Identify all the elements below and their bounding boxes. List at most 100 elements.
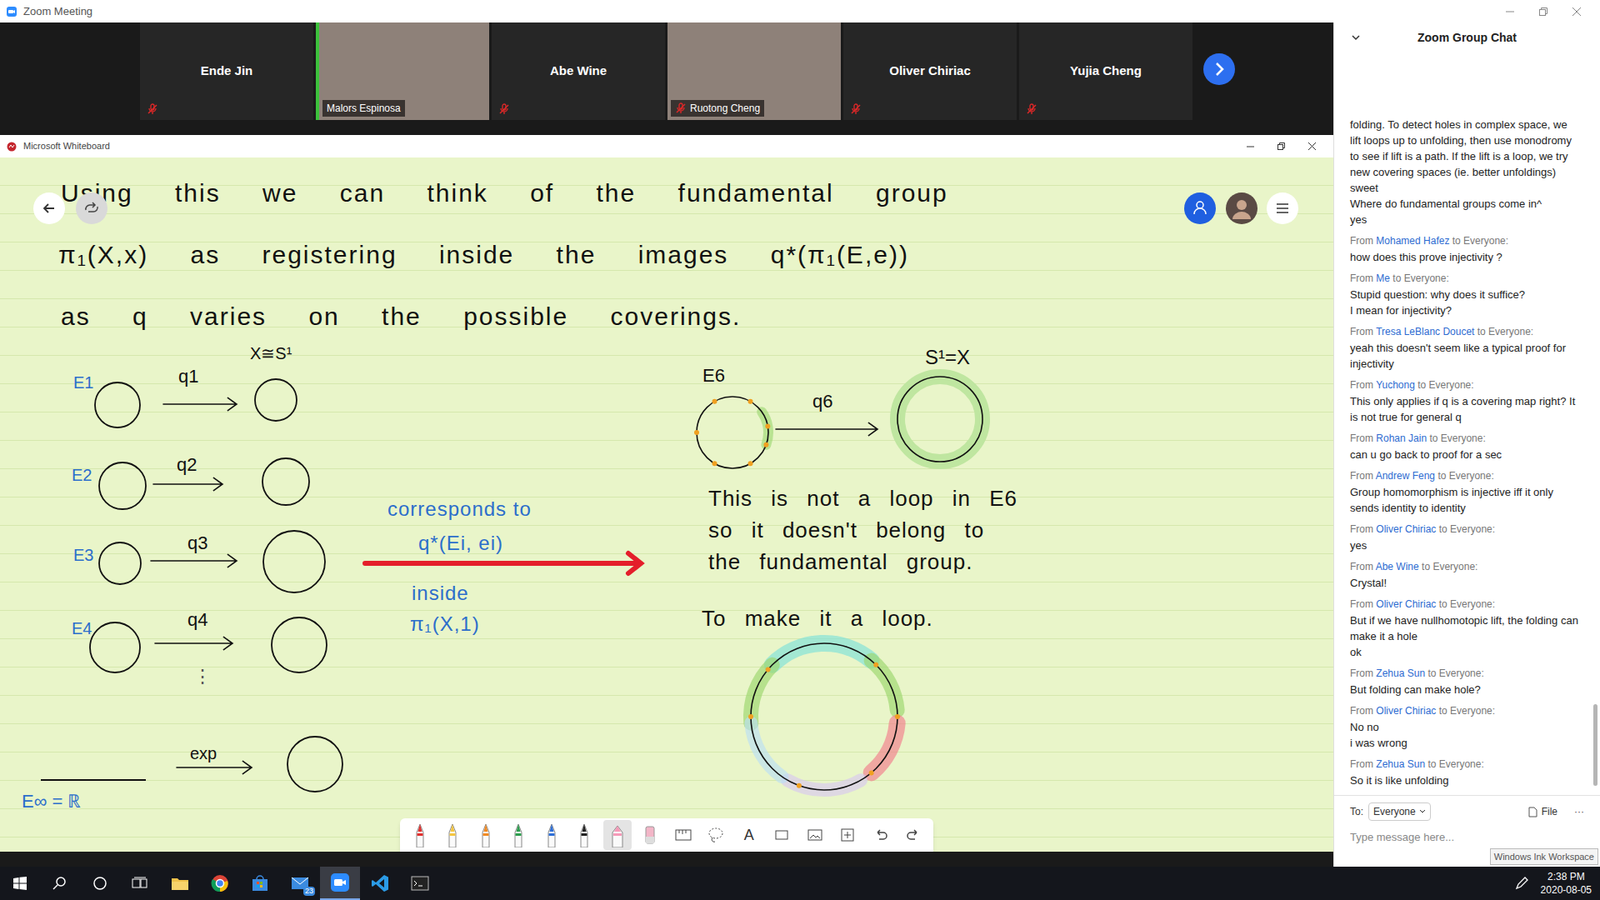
participant-tile[interactable]: Abe Wine xyxy=(491,22,665,120)
menu-icon[interactable] xyxy=(1265,191,1300,225)
zoom-icon xyxy=(330,873,350,892)
minimize-icon[interactable] xyxy=(1245,141,1255,151)
taskbar-button[interactable] xyxy=(80,866,120,900)
redo-icon xyxy=(903,825,924,845)
highlight-arc xyxy=(750,723,782,777)
message-header: From Andrew Feng to Everyone: xyxy=(1350,468,1579,485)
clock[interactable]: 2:38 PM2020-08-05 xyxy=(1540,870,1592,897)
highlight-arc xyxy=(871,723,898,774)
message-input[interactable] xyxy=(1350,829,1585,846)
file-button[interactable]: File xyxy=(1528,804,1558,820)
pen-workspace-icon[interactable] xyxy=(1514,875,1530,891)
to-label: to Everyone: xyxy=(1439,523,1495,535)
participant-tile[interactable]: Oliver Chiriac xyxy=(843,22,1017,120)
tool-button[interactable] xyxy=(800,820,830,850)
point xyxy=(765,666,771,672)
chat-title: Zoom Group Chat xyxy=(1334,29,1600,47)
tool-button[interactable] xyxy=(471,820,500,850)
taskbar-button[interactable] xyxy=(0,866,40,900)
chat-header: Zoom Group Chat xyxy=(1334,22,1600,53)
name-label: Ruotong Cheng xyxy=(670,100,765,117)
pen-icon xyxy=(445,822,460,848)
base-circle xyxy=(263,530,325,593)
recipient: Everyone xyxy=(1373,804,1416,820)
tool-button[interactable] xyxy=(570,820,599,850)
from-label: From xyxy=(1350,560,1374,573)
tool-button[interactable] xyxy=(635,820,665,850)
sender-name: Tresa LeBlanc Doucet xyxy=(1375,325,1475,338)
tool-button[interactable] xyxy=(537,820,566,850)
chat-message: From Yuchong to Everyone:This only appli… xyxy=(1350,377,1579,425)
chat-message: From Me to Everyone:Stupid question: why… xyxy=(1350,270,1579,319)
next-page-icon[interactable] xyxy=(1202,52,1236,86)
mail-badge: 23 xyxy=(303,886,315,896)
participant-tile[interactable]: Ruotong Cheng xyxy=(667,22,841,120)
taskbar-button[interactable]: 23 xyxy=(280,866,320,900)
tool-button[interactable] xyxy=(767,820,796,850)
message-header: From Oliver Chiriac to Everyone: xyxy=(1350,521,1579,538)
arrow xyxy=(163,397,237,410)
tool-button[interactable] xyxy=(405,820,435,850)
base-circle xyxy=(271,617,327,673)
tool-button[interactable] xyxy=(603,820,632,850)
invite-icon[interactable] xyxy=(1183,191,1217,225)
taskbar-button[interactable] xyxy=(200,866,240,900)
whiteboard-title-bar: Microsoft Whiteboard xyxy=(0,135,1334,158)
taskbar-button[interactable] xyxy=(360,866,400,900)
tool-button[interactable] xyxy=(504,820,533,850)
tool-button[interactable]: A xyxy=(735,820,764,850)
taskbar-button[interactable] xyxy=(160,866,200,900)
participant-tile[interactable]: Malors Espinosa xyxy=(315,22,490,120)
file-explorer-icon xyxy=(170,875,190,891)
chat-line: No no xyxy=(1350,719,1579,735)
tool-button[interactable] xyxy=(701,820,730,850)
message-header: From Abe Wine to Everyone: xyxy=(1350,559,1579,575)
from-label: From xyxy=(1350,470,1374,482)
to-label: to Everyone: xyxy=(1477,325,1534,338)
scrollbar-thumb[interactable] xyxy=(1593,704,1598,786)
image-icon xyxy=(805,825,825,845)
tool-button[interactable] xyxy=(833,820,862,850)
arrow xyxy=(365,553,641,574)
participant-tile[interactable]: Yujia Cheng xyxy=(1019,22,1193,120)
window-controls xyxy=(1505,6,1594,17)
tool-button[interactable] xyxy=(669,820,698,850)
tool-button[interactable] xyxy=(438,820,467,850)
participant-name: Abe Wine xyxy=(550,61,607,81)
from-label: From xyxy=(1350,379,1374,391)
point xyxy=(712,460,718,466)
tool-button[interactable] xyxy=(899,820,928,850)
note-line: inside xyxy=(411,578,470,609)
sender-name: Oliver Chiriac xyxy=(1375,705,1436,717)
taskbar-button[interactable] xyxy=(240,866,280,900)
from-label: From xyxy=(1350,432,1374,445)
restore-icon[interactable] xyxy=(1538,6,1549,17)
recipient-dropdown[interactable]: Everyone xyxy=(1368,802,1431,821)
taskbar-button[interactable] xyxy=(120,866,160,900)
chat-compose: To:EveryoneFile···Windows Ink Workspace xyxy=(1334,795,1600,867)
restore-icon[interactable] xyxy=(1276,141,1286,151)
chat-line: Where do fundamental groups come in^ xyxy=(1350,195,1579,212)
close-icon[interactable] xyxy=(1571,6,1582,17)
back-icon[interactable] xyxy=(32,191,66,225)
avatar-icon[interactable] xyxy=(1225,191,1259,225)
taskbar: 23 2:38 PM2020-08-05 xyxy=(0,866,1600,900)
whiteboard-canvas[interactable]: Using this we can think of the fundament… xyxy=(0,157,1334,852)
tool-button[interactable] xyxy=(866,820,895,850)
space-label: E4 xyxy=(71,615,92,641)
zoom-logo-icon xyxy=(6,6,17,17)
handwritten-line: To make it a loop. xyxy=(701,602,934,635)
handwritten-line: This is not a loop in E6 xyxy=(708,482,1018,515)
name-label: Malors Espinosa xyxy=(322,100,405,117)
collapse-icon[interactable] xyxy=(1350,32,1361,43)
covering-space-circle xyxy=(99,542,141,585)
close-icon[interactable] xyxy=(1307,141,1317,151)
participant-tile[interactable]: Ende Jin xyxy=(140,22,314,120)
sender-name: Zehua Sun xyxy=(1375,758,1425,770)
minimize-icon[interactable] xyxy=(1505,6,1515,17)
taskbar-button[interactable] xyxy=(320,866,360,900)
more-button[interactable]: ··· xyxy=(1574,804,1585,820)
taskbar-button[interactable] xyxy=(400,866,440,900)
taskbar-button[interactable] xyxy=(40,866,80,900)
sync-icon[interactable] xyxy=(75,191,109,225)
